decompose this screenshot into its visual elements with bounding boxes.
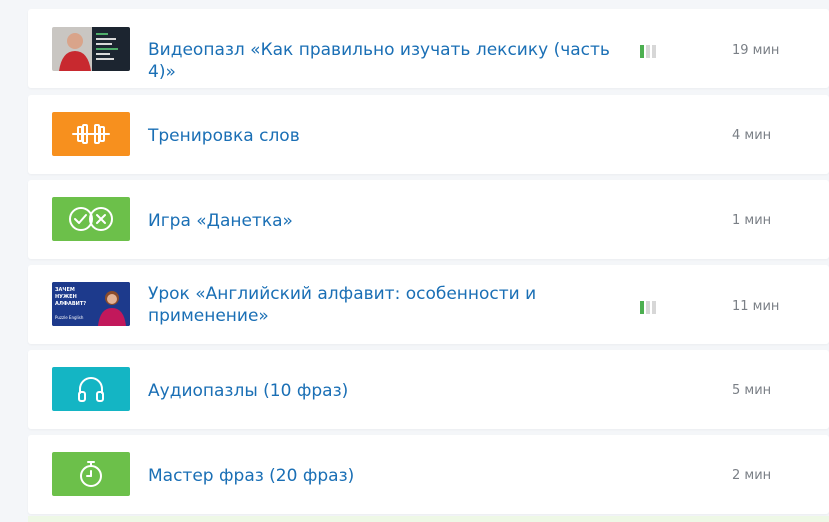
lesson-duration: 2 мин — [732, 468, 772, 483]
lesson-title[interactable]: Аудиопазлы (10 фраз) — [148, 380, 628, 402]
lesson-duration: 5 мин — [732, 383, 772, 398]
lesson-title[interactable]: Мастер фраз (20 фраз) — [148, 465, 628, 487]
stopwatch-icon — [80, 461, 102, 487]
difficulty-level-indicator — [640, 301, 660, 314]
lesson-card-alphabet[interactable]: ЗАЧЕМ НУЖЕН АЛФАВИТ? Puzzle English Урок… — [28, 265, 829, 344]
lesson-title[interactable]: Урок «Английский алфавит: особенности и … — [148, 283, 548, 327]
thumb-audiopuzzles — [52, 367, 130, 411]
lesson-card-videopuzzle[interactable]: Видеопазл «Как правильно изучать лексику… — [28, 9, 829, 88]
thumb-word-training — [52, 112, 130, 156]
lesson-card-danetka[interactable]: Игра «Данетка» 1 мин — [28, 180, 829, 259]
level-bar — [646, 301, 650, 314]
lesson-title[interactable]: Игра «Данетка» — [148, 210, 628, 232]
dumbbell-icon — [72, 124, 110, 144]
lesson-duration: 4 мин — [732, 128, 772, 143]
thumb-phrase-master — [52, 452, 130, 496]
lesson-thumbnail: ЗАЧЕМ НУЖЕН АЛФАВИТ? Puzzle English — [52, 282, 130, 326]
lesson-title[interactable]: Видеопазл «Как правильно изучать лексику… — [148, 39, 628, 83]
thumb-caption: ЗАЧЕМ НУЖЕН АЛФАВИТ? — [55, 287, 87, 307]
thumb-brand: Puzzle English — [55, 315, 84, 320]
level-bar — [646, 45, 650, 58]
lesson-title[interactable]: Тренировка слов — [148, 125, 628, 147]
lesson-duration: 1 мин — [732, 213, 772, 228]
video-thumbnail — [52, 27, 130, 71]
headphones-icon — [78, 377, 104, 402]
lesson-card-phrase-master[interactable]: Мастер фраз (20 фраз) 2 мин — [28, 435, 829, 514]
lesson-card-word-training[interactable]: Тренировка слов 4 мин — [28, 95, 829, 174]
thumb-danetka — [52, 197, 130, 241]
lesson-duration: 19 мин — [732, 43, 780, 58]
difficulty-level-indicator — [640, 45, 660, 58]
check-cross-icon — [69, 207, 113, 231]
level-bar — [652, 301, 656, 314]
level-bar — [640, 45, 644, 58]
level-bar — [652, 45, 656, 58]
next-section-edge — [28, 516, 829, 522]
lesson-duration: 11 мин — [732, 299, 780, 314]
level-bar — [640, 301, 644, 314]
lesson-card-audiopuzzles[interactable]: Аудиопазлы (10 фраз) 5 мин — [28, 350, 829, 429]
